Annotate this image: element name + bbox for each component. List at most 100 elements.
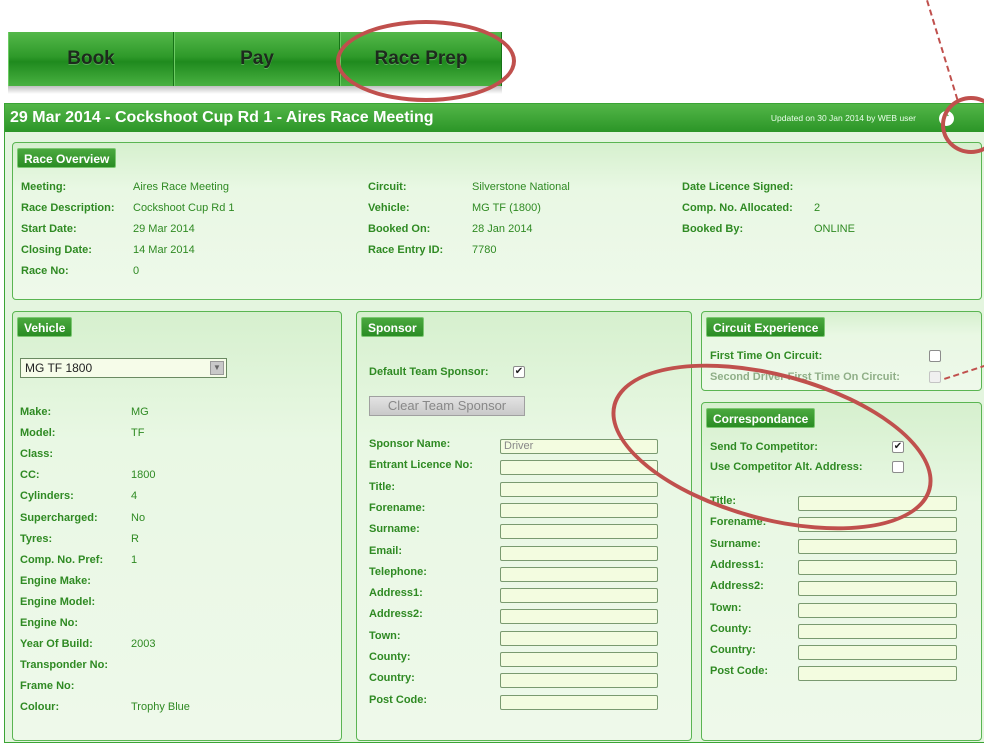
correspondance-field-label: Post Code: [710,665,769,678]
correspondance-field-label: Surname: [710,537,761,550]
sponsor-field-input[interactable] [500,460,658,476]
overview-value: 14 Mar 2014 [133,244,195,256]
vehicle-field-label: Make: [20,406,52,418]
correspondance-field-input[interactable] [798,602,957,618]
panel-header: 29 Mar 2014 - Cockshoot Cup Rd 1 - Aires… [5,104,984,132]
overview-value: MG TF (1800) [472,202,541,214]
correspondance-field-label: Address2: [710,580,764,593]
overview-value: ONLINE [814,223,855,235]
updated-info: Updated on 30 Jan 2014 by WEB user [770,113,916,123]
overview-label: Race No: [21,265,69,277]
sponsor-field-input[interactable] [500,588,658,604]
overview-label: Date Licence Signed: [682,181,794,193]
sponsor-field-input[interactable] [500,609,658,625]
vehicle-field-label: Transponder No: [20,659,109,672]
sponsor-field-label: Address2: [369,608,423,621]
circuit-experience-title: Circuit Experience [706,317,826,337]
sponsor-field-label: Forename: [369,501,426,514]
overview-label: Circuit: [368,181,407,193]
vehicle-field-label: Tyres: [20,532,53,545]
overview-label: Race Description: [21,202,115,214]
annotation-dashed-line-top [926,0,959,101]
vehicle-field-value: 1 [131,553,138,566]
overview-value: Cockshoot Cup Rd 1 [133,202,235,214]
clear-team-sponsor-button[interactable]: Clear Team Sponsor [369,396,525,416]
vehicle-field-label: Cylinders: [20,490,74,503]
overview-label: Closing Date: [21,244,92,256]
page-title: 29 Mar 2014 - Cockshoot Cup Rd 1 - Aires… [10,109,434,126]
sponsor-field-label: Country: [369,672,415,685]
vehicle-title: Vehicle [17,317,73,337]
default-team-sponsor-checkbox[interactable]: ✔ [513,366,525,378]
overview-label: Comp. No. Allocated: [682,202,793,214]
sponsor-field-label: County: [369,651,411,663]
correspondance-field-input[interactable] [798,623,957,639]
vehicle-field-label: Frame No: [20,680,75,693]
overview-value: Aires Race Meeting [133,181,229,193]
second-driver-first-time-checkbox[interactable] [929,371,941,383]
vehicle-section: Vehicle MG TF 1800 ▼ Make: MG Model: TF Clas… [12,311,342,741]
sponsor-field-input[interactable] [500,566,658,582]
correspondance-field-label: Country: [710,644,756,657]
overview-label: Meeting: [21,181,67,193]
overview-value: 7780 [472,244,497,256]
vehicle-field-value: TF [131,427,145,440]
vehicle-field-label: Year Of Build: [20,638,93,651]
correspondance-field-input[interactable] [798,581,957,597]
vehicle-field-label: CC: [20,469,40,482]
tab-book[interactable]: Book [8,32,174,86]
vehicle-select-value: MG TF 1800 [25,361,93,375]
first-time-on-circuit-checkbox[interactable] [929,350,941,362]
sponsor-field-label: Address1: [369,587,423,600]
sponsor-title: Sponsor [361,317,424,337]
vehicle-field-value: Trophy Blue [131,701,190,714]
sponsor-field-label: Sponsor Name: [369,438,451,450]
sponsor-field-label: Surname: [369,523,420,536]
first-time-on-circuit-label: First Time On Circuit: [710,350,823,362]
sponsor-field-label: Telephone: [369,565,427,578]
race-overview-section: Race Overview Meeting: Aires Race Meeting… [12,142,982,300]
overview-value: 29 Mar 2014 [133,223,195,235]
correspondance-field-label: Town: [710,601,742,614]
sponsor-field-input[interactable] [500,673,658,689]
correspondance-field-label: County: [710,622,752,635]
sponsor-field-input[interactable] [500,694,658,710]
vehicle-field-value: 1800 [131,469,156,482]
vehicle-field-value: MG [131,406,149,418]
sponsor-field-label: Title: [369,480,396,493]
sponsor-field-label: Entrant Licence No: [369,459,473,472]
overview-label: Booked On: [368,223,431,235]
overview-value: Silverstone National [472,181,570,193]
vehicle-field-label: Colour: [20,701,60,714]
sponsor-field-input[interactable] [500,545,658,561]
vehicle-field-label: Model: [20,427,56,440]
tab-pay[interactable]: Pay [174,32,340,86]
overview-label: Race Entry ID: [368,244,444,256]
vehicle-field-label: Engine No: [20,617,79,629]
correspondance-field-input[interactable] [798,538,957,554]
vehicle-select[interactable]: MG TF 1800 ▼ [20,358,227,378]
sponsor-field-input[interactable] [500,524,658,540]
sponsor-field-label: Post Code: [369,693,428,706]
chevron-down-icon: ▼ [210,361,224,375]
correspondance-field-label: Address1: [710,558,764,571]
sponsor-field-input[interactable] [500,652,658,667]
overview-label: Booked By: [682,223,744,235]
race-overview-title: Race Overview [17,148,117,168]
sponsor-field-input[interactable] [500,481,658,497]
vehicle-field-value: 4 [131,490,138,503]
overview-label: Vehicle: [368,202,410,214]
vehicle-field-label: Comp. No. Pref: [20,553,104,566]
vehicle-field-label: Engine Model: [20,595,96,608]
overview-value: 2 [814,202,821,214]
default-team-sponsor-label: Default Team Sponsor: [369,366,489,378]
correspondance-field-input[interactable] [798,645,957,661]
sponsor-field-input[interactable] [500,502,658,518]
vehicle-field-label: Engine Make: [20,574,91,587]
sponsor-field-input[interactable] [500,630,658,646]
correspondance-field-input[interactable] [798,666,957,682]
sponsor-field-label: Email: [369,544,403,557]
overview-value: 28 Jan 2014 [472,223,533,235]
vehicle-field-value: No [131,511,146,524]
correspondance-field-input[interactable] [798,559,957,575]
